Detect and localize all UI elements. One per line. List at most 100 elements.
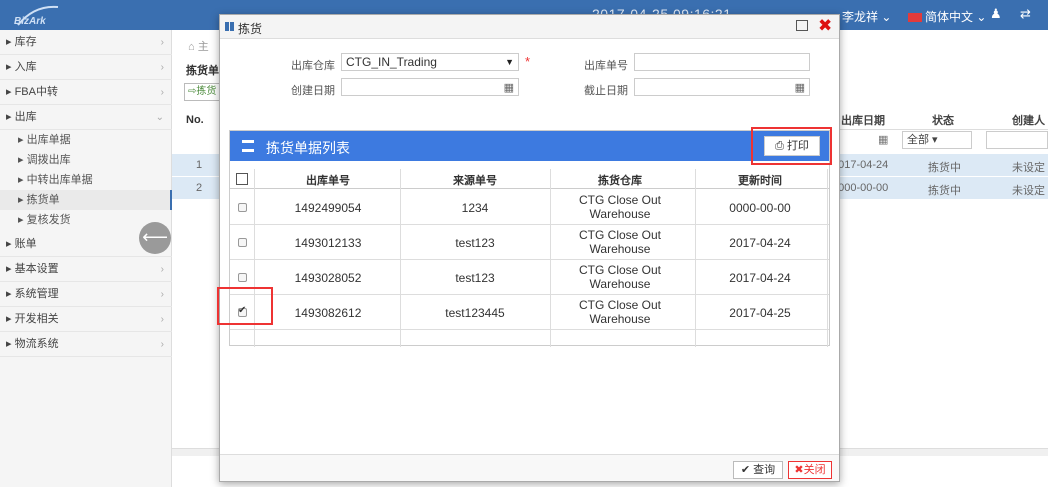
cell-warehouse: CTG Close Out Warehouse <box>550 193 690 221</box>
row-date: 2017-04-24 <box>832 159 889 171</box>
language-menu[interactable]: 简体中文 ⌄ <box>908 8 986 25</box>
cell-order-no: 1493028052 <box>294 271 362 285</box>
warehouse-value: CTG_IN_Trading <box>346 55 437 69</box>
check-icon: ✔ <box>740 464 751 476</box>
logo-swoosh-icon <box>17 5 59 26</box>
modal-title: 拣货 <box>238 22 263 36</box>
cell-source-no: 1234 <box>461 201 489 215</box>
table-row[interactable]: 1493012133 test123 CTG Close Out Warehous… <box>230 225 829 260</box>
row-no: 1 <box>196 159 203 171</box>
sidebar: ▸ 库存 › ▸ 入库 › ▸ FBA中转 › ▸ 出库 ⌄ ▸ 出库单据 ▸ 调拨出库… <box>0 30 172 487</box>
breadcrumb[interactable]: ⌂ 主 <box>188 38 209 54</box>
created-date-input[interactable]: ▦ <box>341 78 519 96</box>
row-status: 拣货中 <box>928 185 961 197</box>
dropdown-arrow-icon: ▼ <box>505 57 514 67</box>
table-row[interactable]: 1493028052 test123 CTG Close Out Warehous… <box>230 260 829 295</box>
sidebar-item-inbound[interactable]: ▸ 入库 › <box>0 55 172 80</box>
sidebar-item-fba[interactable]: ▸ FBA中转 › <box>0 80 172 105</box>
deadline-date-label: 截止日期 <box>584 85 628 97</box>
sidebar-item-label: 系统管理 <box>14 288 59 300</box>
warehouse-line2: Warehouse <box>589 242 651 256</box>
sidebar-item-label: 库存 <box>14 36 37 48</box>
chevron-right-icon: › <box>160 87 164 98</box>
column-header-updated[interactable]: 更新时间 <box>700 172 820 188</box>
row-checkbox[interactable] <box>238 273 247 282</box>
cell-warehouse: CTG Close Out Warehouse <box>550 228 690 256</box>
chevron-down-icon: ⌄ <box>155 112 164 123</box>
sidebar-item-system[interactable]: ▸ 系统管理 › <box>0 282 172 307</box>
order-no-input[interactable] <box>634 53 810 71</box>
panel-title: 拣货单据列表 <box>266 140 350 156</box>
query-button[interactable]: ✔ 查询 <box>733 461 783 479</box>
swap-icon[interactable]: ⇄ <box>1020 6 1031 22</box>
creator-filter-input[interactable] <box>986 131 1048 149</box>
modal-titlebar[interactable]: 拣货 ✖ <box>220 15 839 39</box>
warehouse-line2: Warehouse <box>589 207 651 221</box>
warehouse-line2: Warehouse <box>589 312 651 326</box>
picking-action-button[interactable]: ⇨拣货 <box>184 83 224 101</box>
row-no: 2 <box>196 182 203 194</box>
sidebar-item-label: 开发相关 <box>14 313 59 325</box>
cell-order-no: 1493082612 <box>294 306 362 320</box>
language-label: 简体中文 ⌄ <box>925 10 987 24</box>
sidebar-item-inventory[interactable]: ▸ 库存 › <box>0 30 172 55</box>
deadline-date-input[interactable]: ▦ <box>634 78 810 96</box>
sidebar-item-settings[interactable]: ▸ 基本设置 › <box>0 257 172 282</box>
grid-icon <box>225 22 234 31</box>
sidebar-item-dev[interactable]: ▸ 开发相关 › <box>0 307 172 332</box>
warehouse-select[interactable]: CTG_IN_Trading ▼ <box>341 53 519 71</box>
status-filter-select[interactable]: 全部 ▾ <box>902 131 972 149</box>
row-checkbox[interactable] <box>238 203 247 212</box>
table-row[interactable]: ✔ 1493082612 test123445 CTG Close Out War… <box>230 295 829 330</box>
annotation-highlight-print <box>751 127 832 165</box>
row-creator: 未设定 <box>1012 185 1045 197</box>
cell-warehouse: CTG Close Out Warehouse <box>550 263 690 291</box>
sidebar-item-logistics[interactable]: ▸ 物流系统 › <box>0 332 172 357</box>
user-menu[interactable]: 李龙祥 ⌄ <box>842 8 891 25</box>
china-flag-icon <box>908 13 922 22</box>
select-all-checkbox[interactable] <box>236 173 248 185</box>
close-icon[interactable]: ✖ <box>818 16 832 36</box>
column-header-warehouse[interactable]: 拣货仓库 <box>550 172 690 188</box>
order-no-label: 出库单号 <box>584 60 628 72</box>
picking-list-panel: 拣货单据列表 ⎙ 打印 出库单号 来源单号 拣货仓库 更新时间 14924990… <box>229 127 832 347</box>
sidebar-item-label: 账单 <box>14 238 37 250</box>
warehouse-label: 出库仓库 <box>291 60 335 72</box>
cell-order-no: 1493012133 <box>294 236 362 250</box>
column-header-date[interactable]: 出库日期 <box>841 112 885 128</box>
cell-updated: 2017-04-25 <box>729 306 791 320</box>
sidebar-sub-transit-docs[interactable]: ▸ 中转出库单据 <box>0 170 172 190</box>
row-checkbox[interactable] <box>238 238 247 247</box>
column-header-source-no[interactable]: 来源单号 <box>405 172 545 188</box>
close-button[interactable]: ✖关闭 <box>788 461 832 479</box>
modal-footer: ✔ 查询 ✖关闭 <box>220 454 839 481</box>
warehouse-line2: Warehouse <box>589 277 651 291</box>
sidebar-item-label: FBA中转 <box>14 86 58 98</box>
calendar-icon[interactable]: ▦ <box>504 80 514 96</box>
arrow-left-icon: ⟵ <box>142 227 168 247</box>
chevron-right-icon: › <box>160 289 164 300</box>
chevron-right-icon: › <box>160 37 164 48</box>
sidebar-sub-outbound-docs[interactable]: ▸ 出库单据 <box>0 130 172 150</box>
app-logo[interactable]: BizArk <box>14 3 60 27</box>
sidebar-sub-picking[interactable]: ▸ 拣货单 <box>0 190 172 210</box>
column-header-status[interactable]: 状态 <box>932 112 954 128</box>
picking-action-label: 拣货 <box>196 86 217 97</box>
sidebar-sub-transfer[interactable]: ▸ 调拨出库 <box>0 150 172 170</box>
collapse-sidebar-button[interactable]: ⟵ <box>139 222 171 254</box>
chevron-right-icon: › <box>160 339 164 350</box>
calendar-icon[interactable]: ▦ <box>878 133 888 146</box>
calendar-icon[interactable]: ▦ <box>795 80 805 96</box>
created-date-label: 创建日期 <box>291 85 335 97</box>
maximize-icon[interactable] <box>796 20 808 31</box>
sidebar-item-outbound[interactable]: ▸ 出库 ⌄ <box>0 105 172 130</box>
bell-icon[interactable]: ♟ <box>990 6 1002 22</box>
sidebar-item-label: 基本设置 <box>14 263 59 275</box>
cell-source-no: test123445 <box>445 306 505 320</box>
picking-modal: 拣货 ✖ 出库仓库 CTG_IN_Trading ▼ * 出库单号 创建日期 ▦ … <box>217 14 840 482</box>
warehouse-line1: CTG Close Out <box>578 263 662 277</box>
table-row[interactable]: 1492499054 1234 CTG Close Out Warehouse 0… <box>230 190 829 225</box>
column-header-creator[interactable]: 创建人 <box>1012 112 1045 128</box>
panel-header: 拣货单据列表 ⎙ 打印 <box>230 131 829 161</box>
column-header-order-no[interactable]: 出库单号 <box>258 172 398 188</box>
